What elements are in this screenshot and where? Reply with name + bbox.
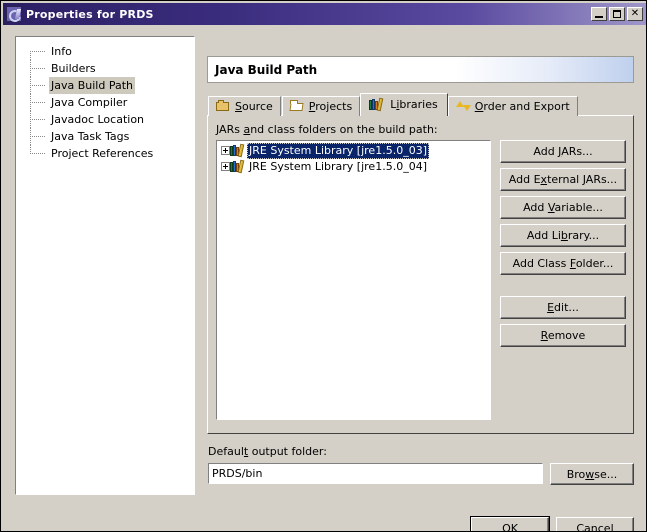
sidebar-item-java-compiler[interactable]: Java Compiler (16, 94, 194, 111)
sidebar-item-java-task-tags[interactable]: Java Task Tags (16, 128, 194, 145)
list-item[interactable]: JRE System Library [jre1.5.0_04] (217, 159, 490, 175)
books-icon (369, 97, 386, 112)
tab-label: Projects (309, 100, 352, 113)
cancel-button[interactable]: Cancel (556, 517, 634, 531)
expand-icon[interactable] (221, 146, 230, 155)
tab-label: Order and Export (475, 100, 570, 113)
add-class-folder-button[interactable]: Add Class Folder... (500, 252, 626, 275)
expand-icon[interactable] (221, 162, 230, 171)
tab-label: Source (235, 100, 273, 113)
edit-button[interactable]: Edit... (500, 296, 626, 319)
remove-button[interactable]: Remove (500, 324, 626, 347)
default-output-folder-input[interactable] (208, 463, 543, 484)
button-mnemonic: E (547, 301, 555, 314)
add-library-button[interactable]: Add Library... (500, 224, 626, 247)
libraries-tab-panel: JARs and class folders on the build path… (207, 115, 634, 434)
button-mnemonic: F (569, 257, 576, 270)
sidebar-item-label: Info (51, 45, 72, 58)
sidebar-item-label: Project References (51, 147, 154, 160)
sidebar-item-label: Builders (51, 62, 96, 75)
sidebar-item-label: Java Task Tags (51, 130, 130, 143)
out-label-pre: Defaul (208, 445, 244, 458)
jars-label-pre: JARs (216, 123, 244, 136)
button-mnemonic: b (560, 229, 568, 242)
page-header: Java Build Path (207, 56, 634, 83)
button-mnemonic: R (540, 329, 548, 342)
folder-open-icon (289, 99, 305, 114)
tab-label-rest: rder and Export (483, 100, 570, 113)
sidebar-item-project-references[interactable]: Project References (16, 145, 194, 162)
window-controls: ✕ (591, 7, 646, 21)
page-title: Java Build Path (215, 62, 318, 77)
books-icon (230, 159, 247, 174)
tab-mnemonic: S (235, 100, 242, 113)
list-item-label: JRE System Library [jre1.5.0_03] (247, 143, 429, 159)
button-mnemonic: w (585, 468, 595, 481)
properties-dialog-window: Properties for PRDS ✕ Info Builders Java… (0, 0, 647, 532)
dialog-client-area: Info Builders Java Build Path Java Compi… (3, 26, 646, 531)
sidebar-item-javadoc-location[interactable]: Javadoc Location (16, 111, 194, 128)
list-item-label: JRE System Library [jre1.5.0_04] (249, 160, 427, 173)
minimize-icon (595, 16, 603, 18)
build-path-tabs: Source Projects Libraries Order and Expo… (208, 93, 579, 116)
add-jars-button[interactable]: Add JARs... (500, 140, 626, 163)
tab-label-rest: braries (399, 97, 438, 111)
tab-libraries[interactable]: Libraries (360, 93, 448, 116)
add-variable-button[interactable]: Add Variable... (500, 196, 626, 219)
list-item[interactable]: JRE System Library [jre1.5.0_03] (217, 143, 490, 159)
title-bar: Properties for PRDS ✕ (3, 3, 646, 25)
button-mnemonic: V (547, 201, 555, 214)
tab-label-rest: rojects (315, 100, 353, 113)
close-icon: ✕ (630, 8, 640, 19)
default-output-folder-label: Default output folder: (208, 445, 327, 458)
jars-list[interactable]: JRE System Library [jre1.5.0_03] JRE Sys… (216, 140, 491, 420)
sidebar-item-label: Java Build Path (49, 77, 136, 94)
books-icon (230, 143, 247, 158)
jars-label-rest: nd class folders on the build path: (250, 123, 438, 136)
jars-list-label: JARs and class folders on the build path… (216, 123, 438, 136)
library-action-buttons: Add JARs... Add External JARs... Add Var… (500, 140, 626, 352)
sidebar-item-builders[interactable]: Builders (16, 60, 194, 77)
tab-label: Libraries (390, 98, 438, 111)
ok-button[interactable]: OK (470, 516, 550, 531)
tab-source[interactable]: Source (208, 96, 281, 116)
order-arrows-icon (455, 99, 471, 114)
window-title: Properties for PRDS (26, 7, 154, 21)
sidebar-item-java-build-path[interactable]: Java Build Path (16, 77, 194, 94)
sidebar-item-label: Java Compiler (51, 96, 128, 109)
tab-order-and-export[interactable]: Order and Export (447, 96, 578, 116)
out-label-rest: output folder: (248, 445, 327, 458)
eclipse-properties-icon (6, 6, 22, 22)
folder-package-icon (215, 99, 231, 114)
tab-label-rest: ource (241, 100, 273, 113)
button-mnemonic: x (540, 173, 548, 186)
button-mnemonic: J (558, 145, 562, 158)
browse-button[interactable]: Browse... (550, 463, 634, 485)
maximize-icon (613, 10, 621, 18)
sidebar-item-info[interactable]: Info (16, 43, 194, 60)
minimize-button[interactable] (591, 7, 607, 21)
add-external-jars-button[interactable]: Add External JARs... (500, 168, 626, 191)
close-button[interactable]: ✕ (627, 7, 643, 21)
sidebar-item-label: Javadoc Location (51, 113, 145, 126)
properties-page-tree[interactable]: Info Builders Java Build Path Java Compi… (15, 36, 195, 495)
maximize-button[interactable] (609, 7, 625, 21)
tab-projects[interactable]: Projects (281, 96, 361, 116)
